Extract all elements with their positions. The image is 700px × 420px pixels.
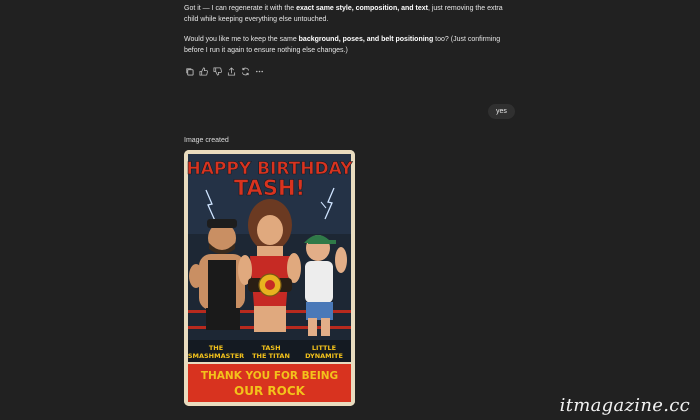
- poster-name-3-line2: DYNAMITE: [305, 352, 343, 360]
- assistant-message: Got it — I can regenerate it with the ex…: [184, 3, 516, 65]
- generated-image[interactable]: HAPPY BIRTHDAY TASH! THE SMASHMASTER TAS…: [184, 150, 355, 406]
- poster-name-3-line1: LITTLE: [312, 344, 336, 352]
- watermark: itmagazine.cc: [559, 395, 690, 416]
- thumbs-up-button[interactable]: [199, 67, 208, 76]
- thumbs-up-icon: [199, 67, 208, 76]
- birthday-poster-illustration: HAPPY BIRTHDAY TASH! THE SMASHMASTER TAS…: [184, 150, 355, 406]
- poster-name-1-line1: THE: [209, 344, 223, 352]
- image-status-label: Image created: [184, 137, 229, 144]
- regenerate-button[interactable]: [241, 67, 250, 76]
- message-actions: [185, 67, 264, 76]
- user-message-bubble: yes: [488, 104, 515, 119]
- share-button[interactable]: [227, 67, 236, 76]
- share-icon: [227, 67, 236, 76]
- more-button[interactable]: [255, 67, 264, 76]
- poster-headline-line2: TASH!: [234, 176, 305, 200]
- assistant-paragraph-2: Would you like me to keep the same backg…: [184, 34, 516, 56]
- assistant-paragraph-1: Got it — I can regenerate it with the ex…: [184, 3, 516, 25]
- thumbs-down-icon: [213, 67, 222, 76]
- thumbs-down-button[interactable]: [213, 67, 222, 76]
- more-icon: [255, 70, 264, 73]
- poster-name-2-line1: TASH: [261, 344, 280, 352]
- bold-segment: background, poses, and belt positioning: [298, 36, 434, 43]
- poster-footer-line1: THANK YOU FOR BEING: [201, 370, 338, 382]
- chat-page: Got it — I can regenerate it with the ex…: [0, 0, 700, 420]
- regenerate-icon: [241, 67, 250, 76]
- poster-footer-line2: OUR ROCK: [234, 384, 306, 398]
- text-segment: Would you like me to keep the same: [184, 36, 299, 43]
- copy-button[interactable]: [185, 67, 194, 76]
- poster-name-1-line2: SMASHMASTER: [188, 352, 244, 360]
- copy-icon: [186, 68, 194, 76]
- poster-name-2-line2: THE TITAN: [252, 352, 290, 360]
- bold-segment: exact same style, composition, and text: [296, 5, 428, 12]
- text-segment: Got it — I can regenerate it with the: [184, 5, 297, 12]
